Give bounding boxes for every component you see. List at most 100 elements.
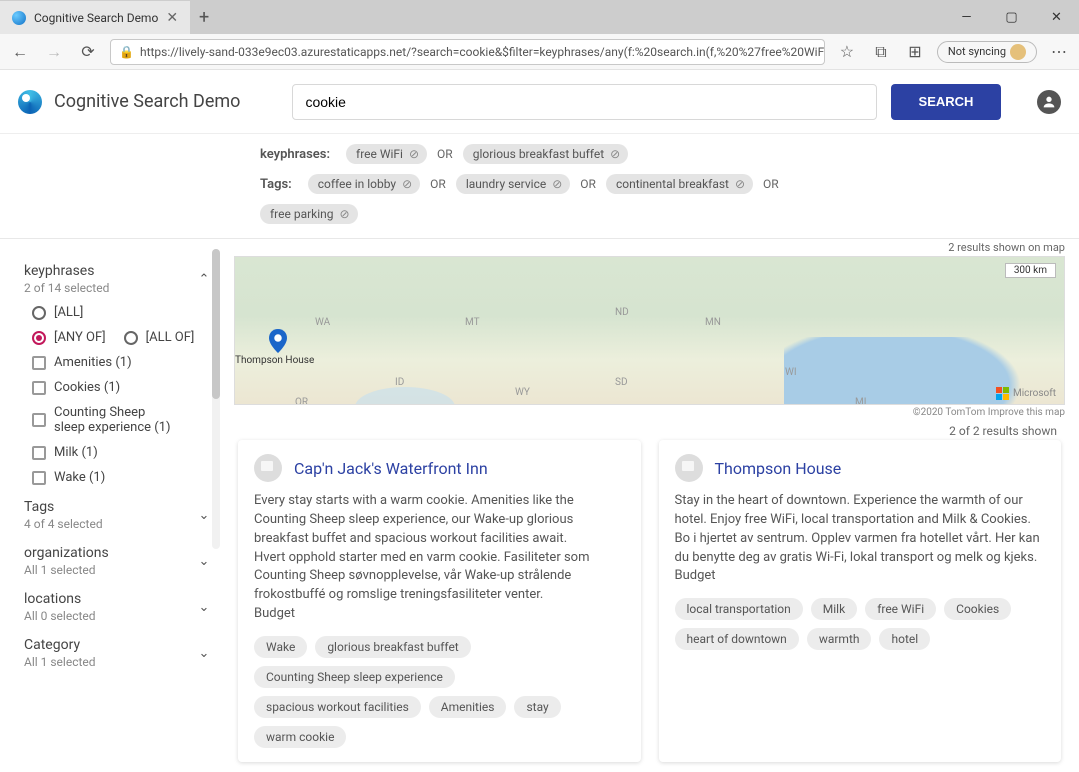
search-input[interactable]	[292, 84, 877, 120]
state-label: ND	[615, 307, 629, 318]
filter-chip[interactable]: coffee in lobby⊘	[308, 174, 420, 194]
map-copyright[interactable]: ©2020 TomTom Improve this map	[220, 405, 1079, 420]
titlebar: Cognitive Search Demo ✕ + — ▢ ✕	[0, 0, 1079, 34]
result-tag[interactable]: heart of downtown	[675, 628, 799, 650]
state-label: SD	[615, 377, 628, 388]
filter-row-tags: Tags: coffee in lobby⊘ OR laundry servic…	[260, 174, 819, 224]
facet-title: Tags	[24, 499, 103, 515]
maximize-button[interactable]: ▢	[989, 0, 1034, 34]
scrollbar-thumb[interactable]	[212, 249, 220, 399]
result-tag[interactable]: warmth	[807, 628, 872, 650]
state-label: WA	[315, 317, 330, 328]
facet-head-organizations[interactable]: organizationsAll 1 selected ⌄	[24, 545, 214, 577]
app-title: Cognitive Search Demo	[54, 91, 240, 112]
result-tag[interactable]: spacious workout facilities	[254, 696, 421, 718]
map-pin-thompson[interactable]	[269, 329, 287, 353]
active-filters: keyphrases: free WiFi⊘ OR glorious break…	[0, 134, 1079, 239]
or-separator: OR	[580, 177, 596, 191]
url-field[interactable]: 🔒 https://lively-sand-033e9ec03.azuresta…	[110, 39, 825, 65]
remove-chip-icon[interactable]: ⊘	[735, 177, 745, 191]
result-tag[interactable]: local transportation	[675, 598, 803, 620]
profile-sync-button[interactable]: Not syncing	[937, 41, 1037, 63]
remove-chip-icon[interactable]: ⊘	[552, 177, 562, 191]
collections-button[interactable]: ⧉	[869, 42, 893, 62]
window-controls: — ▢ ✕	[944, 0, 1079, 34]
facet-body-keyphrases: [ALL] [ANY OF] [ALL OF] Amenities (1) Co…	[24, 305, 214, 485]
result-tag[interactable]: Amenities	[429, 696, 507, 718]
chevron-up-icon: ⌃	[194, 272, 214, 287]
facet-title: organizations	[24, 545, 109, 561]
result-tag[interactable]: Cookies	[944, 598, 1011, 620]
facet-option[interactable]: Counting Sheep sleep experience (1)	[32, 405, 214, 435]
result-tag[interactable]: Milk	[811, 598, 857, 620]
refresh-button[interactable]: ⟳	[76, 42, 100, 61]
filter-label-keyphrases: keyphrases:	[260, 147, 330, 162]
result-tag[interactable]: glorious breakfast buffet	[315, 636, 470, 658]
facet-option[interactable]: Wake (1)	[32, 470, 214, 485]
result-tag[interactable]: Wake	[254, 636, 307, 658]
filter-chip[interactable]: continental breakfast⊘	[606, 174, 753, 194]
user-avatar-icon[interactable]	[1037, 90, 1061, 114]
filter-chip[interactable]: glorious breakfast buffet⊘	[463, 144, 628, 164]
facet-title: keyphrases	[24, 263, 109, 279]
facet-option[interactable]: Cookies (1)	[32, 380, 214, 395]
main-panel: 2 results shown on map WAORMTIDWYNVUTCOA…	[220, 239, 1079, 772]
or-separator: OR	[437, 147, 453, 161]
url-text: https://lively-sand-033e9ec03.azurestati…	[140, 45, 825, 59]
facet-head-keyphrases[interactable]: keyphrases 2 of 14 selected ⌃	[24, 263, 214, 295]
state-label: WI	[785, 367, 797, 378]
search-button[interactable]: SEARCH	[891, 84, 1001, 120]
result-tag[interactable]: free WiFi	[865, 598, 936, 620]
close-window-button[interactable]: ✕	[1034, 0, 1079, 34]
results-map[interactable]: WAORMTIDWYNVUTCOAZNMNDSDNEKSOKMNIAMOWIIL…	[234, 256, 1065, 405]
facet-head-tags[interactable]: Tags4 of 4 selected ⌄	[24, 499, 214, 531]
profile-avatar-icon	[1010, 44, 1026, 60]
new-tab-button[interactable]: +	[190, 0, 218, 34]
results-count: 2 of 2 results shown	[220, 420, 1079, 440]
remove-chip-icon[interactable]: ⊘	[402, 177, 412, 191]
folder-icon	[675, 454, 703, 482]
result-tag[interactable]: Counting Sheep sleep experience	[254, 666, 455, 688]
result-tag[interactable]: hotel	[879, 628, 930, 650]
facet-head-locations[interactable]: locationsAll 0 selected ⌄	[24, 591, 214, 623]
back-button[interactable]: ←	[8, 42, 32, 62]
facet-head-category[interactable]: CategoryAll 1 selected ⌄	[24, 637, 214, 669]
sync-label: Not syncing	[948, 45, 1006, 58]
facet-mode-allof[interactable]: [ALL OF]	[124, 330, 195, 345]
filter-chip[interactable]: laundry service⊘	[456, 174, 570, 194]
filter-label-tags: Tags:	[260, 177, 292, 192]
facet-option[interactable]: Milk (1)	[32, 445, 214, 460]
result-tag[interactable]: warm cookie	[254, 726, 346, 748]
filter-chip[interactable]: free parking⊘	[260, 204, 358, 224]
minimize-button[interactable]: —	[944, 0, 989, 34]
result-card: Cap'n Jack's Waterfront Inn Every stay s…	[238, 440, 641, 762]
close-tab-icon[interactable]: ✕	[166, 10, 178, 26]
facet-subtitle: All 1 selected	[24, 655, 96, 669]
remove-chip-icon[interactable]: ⊘	[409, 147, 419, 161]
result-tag[interactable]: stay	[514, 696, 560, 718]
more-button[interactable]: ⋯	[1047, 42, 1071, 61]
favorite-button[interactable]: ☆	[835, 42, 859, 61]
result-title-link[interactable]: Thompson House	[715, 459, 842, 478]
extensions-button[interactable]: ⊞	[903, 42, 927, 61]
filter-chip[interactable]: free WiFi⊘	[346, 144, 427, 164]
facet-subtitle: All 0 selected	[24, 609, 96, 623]
browser-tab[interactable]: Cognitive Search Demo ✕	[0, 0, 190, 34]
state-label: WY	[515, 387, 530, 398]
facet-option[interactable]: Amenities (1)	[32, 355, 214, 370]
result-card: Thompson House Stay in the heart of down…	[659, 440, 1062, 762]
facet-subtitle: 4 of 4 selected	[24, 517, 103, 531]
facet-mode-all[interactable]: [ALL]	[32, 305, 214, 320]
facet-mode-anyof[interactable]: [ANY OF]	[32, 330, 106, 345]
facet-mode-row: [ANY OF] [ALL OF]	[32, 330, 214, 345]
remove-chip-icon[interactable]: ⊘	[340, 207, 350, 221]
result-title-link[interactable]: Cap'n Jack's Waterfront Inn	[294, 459, 488, 478]
app-logo-icon	[18, 90, 42, 114]
filter-row-keyphrases: keyphrases: free WiFi⊘ OR glorious break…	[260, 144, 819, 164]
tab-title: Cognitive Search Demo	[34, 11, 158, 25]
remove-chip-icon[interactable]: ⊘	[610, 147, 620, 161]
forward-button: →	[42, 42, 66, 62]
facet-sidebar[interactable]: keyphrases 2 of 14 selected ⌃ [ALL] [ANY…	[0, 239, 220, 772]
chevron-down-icon: ⌄	[194, 646, 214, 661]
result-description: Stay in the heart of downtown. Experienc…	[675, 492, 1046, 586]
